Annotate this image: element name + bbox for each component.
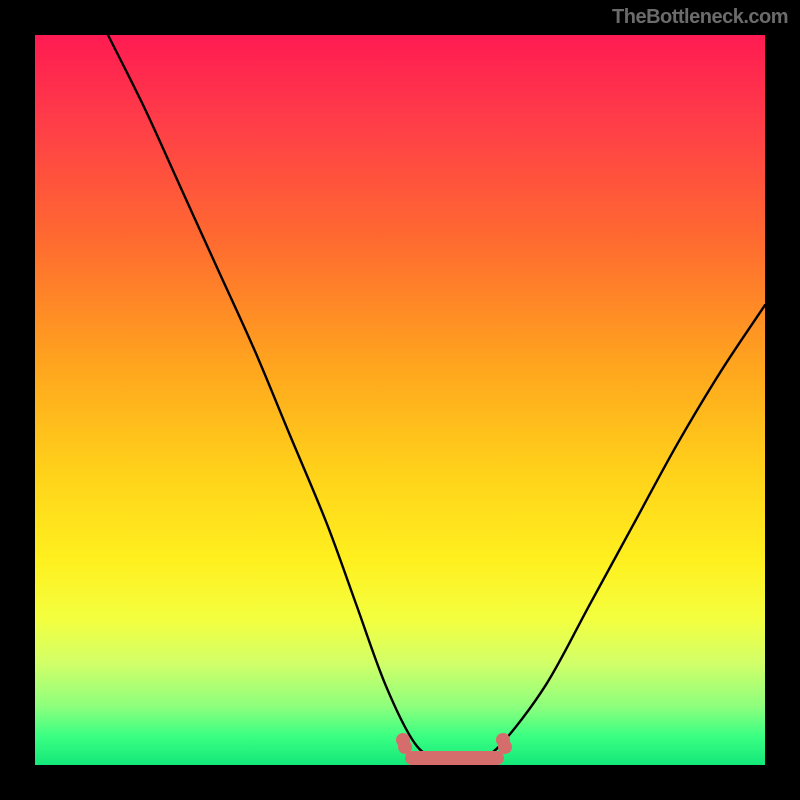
bottleneck-curve-path	[108, 35, 765, 759]
trough-bar	[405, 751, 504, 765]
plot-area	[35, 35, 765, 765]
trough-dot	[498, 740, 512, 754]
bottleneck-curve-svg	[35, 35, 765, 765]
chart-stage: TheBottleneck.com	[0, 0, 800, 800]
attribution-text: TheBottleneck.com	[612, 6, 788, 29]
trough-dot	[398, 740, 412, 754]
